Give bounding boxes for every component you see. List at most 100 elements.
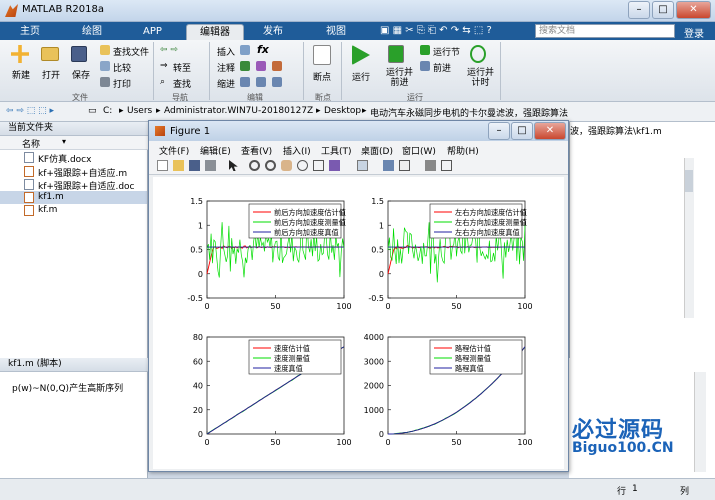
file-item[interactable]: kf.m bbox=[38, 205, 57, 215]
brush-icon[interactable] bbox=[329, 160, 340, 171]
run-time-button[interactable]: 运行并 计时 bbox=[467, 68, 494, 88]
hide-tools-icon[interactable] bbox=[425, 160, 436, 171]
editor-tab[interactable]: 波，强跟踪算法\kf1.m bbox=[570, 124, 662, 137]
tab-plots[interactable]: 绘图 bbox=[72, 24, 112, 40]
figure-close-button[interactable]: ✕ bbox=[534, 122, 566, 140]
breadcrumb-admin[interactable]: Administrator.WIN7U-20180127Z bbox=[164, 106, 313, 116]
maximize-button[interactable]: □ bbox=[652, 1, 674, 19]
breadcrumb-separator: ▸ bbox=[119, 106, 124, 116]
row-value: 1 bbox=[632, 484, 638, 494]
run-section-button[interactable]: 运行节 bbox=[433, 45, 460, 58]
app-title: MATLAB R2018a bbox=[22, 4, 105, 15]
minimize-button[interactable]: – bbox=[628, 1, 650, 19]
find-button[interactable]: 查找 bbox=[173, 77, 191, 90]
save-figure-icon[interactable] bbox=[189, 160, 200, 171]
rotate-icon[interactable] bbox=[297, 160, 308, 171]
legend-icon[interactable] bbox=[399, 160, 410, 171]
colorbar-icon[interactable] bbox=[383, 160, 394, 171]
run-advance-button[interactable]: 运行并 前进 bbox=[386, 68, 413, 88]
breadcrumb-desktop[interactable]: Desktop bbox=[324, 106, 361, 116]
x-tick-label: 50 bbox=[270, 302, 280, 311]
close-button[interactable]: ✕ bbox=[676, 1, 711, 19]
legend-entry: 左右方向加速度估计值 bbox=[455, 208, 527, 217]
data-cursor-icon[interactable] bbox=[313, 160, 324, 171]
file-item-selected[interactable]: kf1.m bbox=[38, 192, 64, 202]
link-plot-icon[interactable] bbox=[357, 160, 368, 171]
tab-publish[interactable]: 发布 bbox=[252, 24, 294, 40]
figure-maximize-button[interactable]: □ bbox=[511, 122, 533, 140]
breadcrumb-drive[interactable]: C: bbox=[103, 106, 112, 116]
indent-less-icon[interactable] bbox=[272, 77, 282, 87]
y-tick-label: 4000 bbox=[364, 333, 384, 342]
column-name[interactable]: 名称 bbox=[22, 137, 40, 150]
file-item[interactable]: kf+强跟踪+自适应.m bbox=[38, 166, 127, 179]
zoom-in-icon[interactable] bbox=[249, 160, 260, 171]
save-icon bbox=[71, 46, 87, 62]
run-advance-icon bbox=[388, 45, 404, 63]
insert-button[interactable]: 插入 bbox=[217, 45, 235, 58]
comment-button[interactable]: 注释 bbox=[217, 61, 235, 74]
figure-minimize-button[interactable]: – bbox=[488, 122, 510, 140]
pointer-icon[interactable] bbox=[229, 160, 238, 171]
search-icon[interactable]: ⌕ bbox=[664, 25, 670, 36]
show-tools-icon[interactable] bbox=[441, 160, 452, 171]
figure-title-bar[interactable]: Figure 1 – □ ✕ bbox=[149, 121, 568, 141]
tab-apps[interactable]: APP bbox=[130, 24, 175, 40]
menu-help[interactable]: 帮助(H) bbox=[447, 144, 479, 157]
menu-file[interactable]: 文件(F) bbox=[159, 144, 189, 157]
sort-arrow-icon[interactable]: ▾ bbox=[62, 137, 66, 146]
login-link[interactable]: 登录 bbox=[684, 25, 704, 40]
search-input[interactable]: 搜索文档 bbox=[535, 24, 675, 38]
menu-window[interactable]: 窗口(W) bbox=[402, 144, 436, 157]
indent-more-icon[interactable] bbox=[256, 77, 266, 87]
new-figure-icon[interactable] bbox=[157, 160, 168, 171]
breadcrumb-folder[interactable]: 电动汽车永磁同步电机的卡尔曼滤波，强跟踪算法 bbox=[370, 106, 568, 119]
menu-view[interactable]: 查看(V) bbox=[241, 144, 272, 157]
tab-view[interactable]: 视图 bbox=[316, 24, 356, 40]
tab-editor[interactable]: 编辑器 bbox=[186, 24, 244, 40]
advance-button[interactable]: 前进 bbox=[433, 61, 451, 74]
print-figure-icon[interactable] bbox=[205, 160, 216, 171]
legend-entry: 前后方向加速度估计值 bbox=[274, 208, 346, 217]
docx-file-icon bbox=[24, 152, 34, 163]
file-item[interactable]: kf+强跟踪+自适应.doc bbox=[38, 179, 135, 192]
nav-arrows-icon[interactable]: ⇦ ⇨ ⬚ ⬚ ▸ bbox=[6, 106, 54, 116]
print-button[interactable]: 打印 bbox=[113, 77, 131, 90]
y-tick-label: 0.5 bbox=[190, 246, 203, 255]
find-icon: ⌕ bbox=[160, 77, 166, 87]
save-button[interactable]: 保存 bbox=[72, 68, 90, 81]
indent-button[interactable]: 缩进 bbox=[217, 77, 235, 90]
folder-icon: ▭ bbox=[88, 106, 97, 116]
wrap-comment-icon[interactable] bbox=[272, 61, 282, 71]
back-arrow-icon[interactable]: ⇦ ⇨ bbox=[160, 45, 178, 55]
file-item[interactable]: KF仿真.docx bbox=[38, 152, 91, 165]
find-file-button[interactable]: 查找文件 bbox=[113, 45, 149, 58]
run-icon bbox=[352, 45, 370, 65]
figure-logo-icon bbox=[155, 126, 165, 136]
figure-toolbar bbox=[149, 157, 568, 175]
title-bar: MATLAB R2018a – □ ✕ bbox=[0, 0, 715, 22]
open-button[interactable]: 打开 bbox=[42, 68, 60, 81]
compare-button[interactable]: 比较 bbox=[113, 61, 131, 74]
menu-edit[interactable]: 编辑(E) bbox=[200, 144, 231, 157]
breadcrumb-users[interactable]: Users bbox=[127, 106, 152, 116]
breakpoint-button[interactable]: 断点 bbox=[313, 70, 331, 83]
y-tick-label: 1 bbox=[198, 221, 203, 230]
menu-insert[interactable]: 插入(I) bbox=[283, 144, 311, 157]
run-button[interactable]: 运行 bbox=[352, 70, 370, 83]
menu-tools[interactable]: 工具(T) bbox=[321, 144, 352, 157]
quick-access-toolbar[interactable]: ▣ ▦ ✂ ⎘ ⎗ ↶ ↷ ⇆ ⬚ ? bbox=[380, 25, 492, 36]
uncomment-icon[interactable] bbox=[256, 61, 266, 71]
open-file-icon[interactable] bbox=[173, 160, 184, 171]
command-scrollbar[interactable] bbox=[694, 372, 706, 472]
new-button[interactable]: 新建 bbox=[12, 68, 30, 81]
fx-button[interactable]: fx bbox=[257, 43, 269, 56]
zoom-out-icon[interactable] bbox=[265, 160, 276, 171]
tab-home[interactable]: 主页 bbox=[10, 24, 50, 40]
pan-hand-icon[interactable] bbox=[281, 160, 292, 171]
scrollbar-thumb[interactable] bbox=[685, 170, 693, 192]
smart-indent-icon[interactable] bbox=[240, 77, 250, 87]
menu-desktop[interactable]: 桌面(D) bbox=[361, 144, 393, 157]
goto-button[interactable]: 转至 bbox=[173, 61, 191, 74]
figure-window[interactable]: Figure 1 – □ ✕ 文件(F) 编辑(E) 查看(V) 插入(I) 工… bbox=[148, 120, 569, 472]
